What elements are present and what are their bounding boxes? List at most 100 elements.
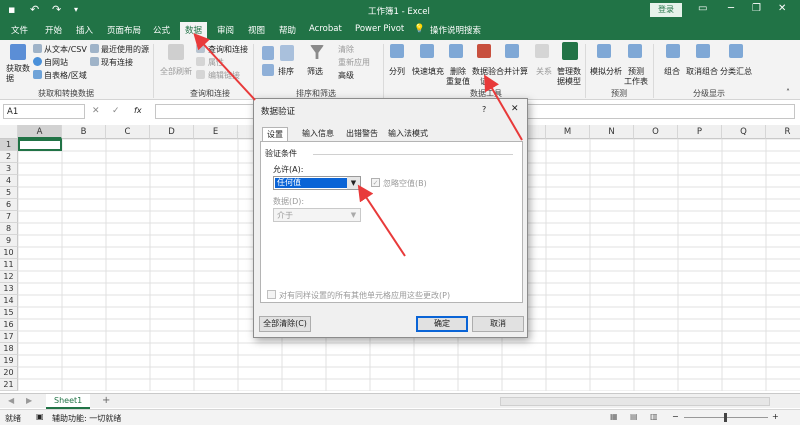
row-header-11[interactable]: 11	[0, 259, 18, 271]
column-header-a[interactable]: A	[18, 125, 62, 139]
relationships-button[interactable]: 关系	[536, 66, 552, 77]
tab-ime-mode[interactable]: 输入法模式	[384, 127, 432, 141]
ungroup-button[interactable]: 取消组合	[686, 66, 718, 77]
customize-toolbar-icon[interactable]: ▾	[74, 5, 78, 14]
insert-function-icon[interactable]: fx	[134, 106, 142, 115]
allow-select[interactable]: 任何值 ▼	[273, 176, 361, 190]
restore-icon[interactable]: ❐	[752, 3, 761, 14]
row-header-16[interactable]: 16	[0, 319, 18, 331]
row-header-6[interactable]: 6	[0, 199, 18, 211]
chevron-down-icon[interactable]: ▼	[347, 209, 360, 221]
remove-duplicates-icon[interactable]	[449, 44, 463, 58]
next-sheet-icon[interactable]: ▶	[26, 396, 32, 405]
relationships-icon[interactable]	[535, 44, 549, 58]
from-text-csv-button[interactable]: 从文本/CSV	[44, 44, 87, 55]
tab-error-alert[interactable]: 出错警告	[342, 127, 382, 141]
row-header-1[interactable]: 1	[0, 139, 18, 151]
ignore-blank-checkbox[interactable]: ✓	[371, 178, 380, 187]
sheet-tab-sheet1[interactable]: Sheet1	[46, 394, 91, 409]
refresh-all-icon[interactable]	[168, 44, 184, 60]
data-model-icon[interactable]	[562, 42, 578, 60]
subtotal-button[interactable]: 分类汇总	[720, 66, 752, 77]
cancel-entry-icon[interactable]: ✕	[92, 106, 100, 116]
forecast-sheet-icon[interactable]	[628, 44, 642, 58]
accessibility-status[interactable]: 辅助功能: 一切就绪	[52, 413, 121, 424]
from-web-button[interactable]: 自网站	[44, 57, 68, 68]
cancel-button[interactable]: 取消	[472, 316, 524, 332]
remove-duplicates-label-2[interactable]: 重复值	[446, 76, 470, 87]
column-header-o[interactable]: O	[634, 125, 678, 139]
text-to-columns-icon[interactable]	[390, 44, 404, 58]
advanced-button[interactable]: 高级	[338, 70, 354, 81]
confirm-entry-icon[interactable]: ✓	[112, 106, 120, 116]
row-header-4[interactable]: 4	[0, 175, 18, 187]
recent-sources-button[interactable]: 最近使用的源	[101, 44, 149, 55]
what-if-icon[interactable]	[597, 44, 611, 58]
manage-data-model-label-2[interactable]: 据模型	[557, 76, 581, 87]
page-layout-view-icon[interactable]: ▤	[630, 412, 638, 421]
consolidate-button[interactable]: 合并计算	[496, 66, 528, 77]
row-header-5[interactable]: 5	[0, 187, 18, 199]
sort-button[interactable]: 排序	[278, 66, 294, 77]
row-header-9[interactable]: 9	[0, 235, 18, 247]
normal-view-icon[interactable]: ▦	[610, 412, 618, 421]
save-icon[interactable]: ▪	[8, 3, 15, 16]
get-data-icon[interactable]	[10, 44, 26, 60]
consolidate-icon[interactable]	[505, 44, 519, 58]
column-header-p[interactable]: P	[678, 125, 722, 139]
flash-fill-icon[interactable]	[420, 44, 434, 58]
row-header-21[interactable]: 21	[0, 379, 18, 391]
column-header-m[interactable]: M	[546, 125, 590, 139]
tab-file[interactable]: 文件	[11, 24, 28, 36]
close-window-icon[interactable]: ✕	[778, 3, 786, 14]
column-header-q[interactable]: Q	[722, 125, 766, 139]
clear-all-button[interactable]: 全部清除(C)	[259, 316, 311, 332]
what-if-button[interactable]: 模拟分析	[590, 66, 622, 77]
sort-icon[interactable]	[280, 45, 294, 61]
tab-help[interactable]: 帮助	[279, 24, 296, 36]
data-validation-label-2[interactable]: 证	[480, 76, 488, 87]
macro-record-icon[interactable]: ▣	[36, 412, 44, 421]
tab-insert[interactable]: 插入	[76, 24, 93, 36]
existing-connections-button[interactable]: 现有连接	[101, 57, 133, 68]
zoom-slider-thumb[interactable]	[724, 413, 727, 422]
add-sheet-button[interactable]: +	[102, 395, 110, 406]
row-header-19[interactable]: 19	[0, 355, 18, 367]
reapply-button[interactable]: 重新应用	[338, 57, 370, 68]
tab-home[interactable]: 开始	[45, 24, 62, 36]
help-button[interactable]: ?	[482, 105, 486, 114]
tab-data[interactable]: 数据	[180, 22, 208, 40]
row-header-10[interactable]: 10	[0, 247, 18, 259]
row-header-3[interactable]: 3	[0, 163, 18, 175]
tab-settings[interactable]: 设置	[262, 127, 288, 141]
page-break-view-icon[interactable]: ▥	[650, 412, 658, 421]
tab-page-layout[interactable]: 页面布局	[107, 24, 141, 36]
column-header-n[interactable]: N	[590, 125, 634, 139]
column-header-d[interactable]: D	[150, 125, 194, 139]
queries-connections-button[interactable]: 查询和连接	[208, 44, 248, 55]
column-header-c[interactable]: C	[106, 125, 150, 139]
tab-acrobat[interactable]: Acrobat	[309, 24, 342, 34]
subtotal-icon[interactable]	[729, 44, 743, 58]
dialog-close-button[interactable]: ✕	[511, 104, 519, 114]
zoom-out-icon[interactable]: −	[672, 412, 679, 421]
tab-input-message[interactable]: 输入信息	[298, 127, 338, 141]
row-header-18[interactable]: 18	[0, 343, 18, 355]
select-all-corner[interactable]	[0, 125, 18, 139]
undo-icon[interactable]: ↶	[30, 3, 39, 16]
row-header-8[interactable]: 8	[0, 223, 18, 235]
get-data-button[interactable]: 获取数 据	[6, 64, 30, 84]
ungroup-icon[interactable]	[696, 44, 710, 58]
zoom-in-icon[interactable]: +	[772, 412, 779, 421]
minimize-icon[interactable]: ─	[728, 3, 734, 14]
properties-button[interactable]: 属性	[208, 57, 224, 68]
data-validation-icon[interactable]	[477, 44, 491, 58]
column-header-b[interactable]: B	[62, 125, 106, 139]
group-button[interactable]: 组合	[664, 66, 680, 77]
ok-button[interactable]: 确定	[416, 316, 468, 332]
column-header-r[interactable]: R	[766, 125, 800, 139]
clear-button[interactable]: 清除	[338, 44, 354, 55]
prev-sheet-icon[interactable]: ◀	[8, 396, 14, 405]
tab-review[interactable]: 审阅	[217, 24, 234, 36]
active-cell-a1[interactable]	[18, 139, 62, 151]
